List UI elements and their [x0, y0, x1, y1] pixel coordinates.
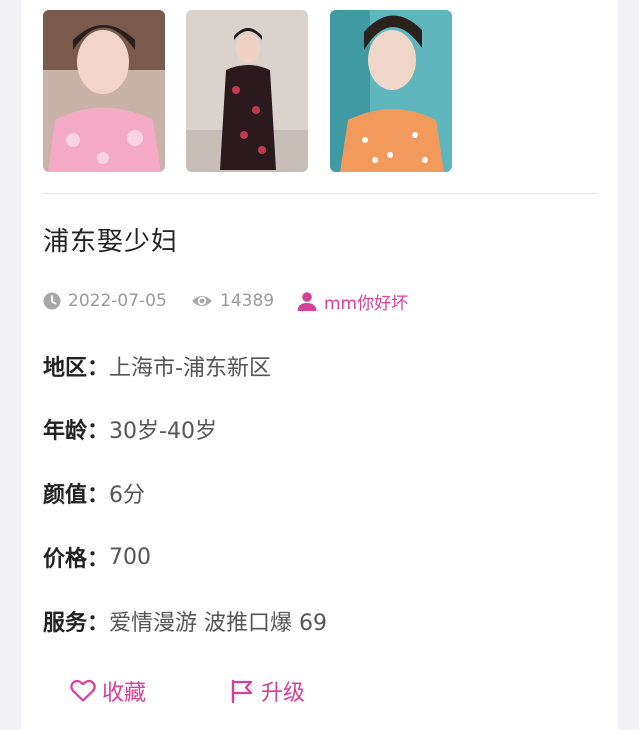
post-author[interactable]: mm你好坏 [297, 289, 408, 314]
eye-icon [192, 296, 212, 306]
detail-row-region: 地区： 上海市-浦东新区 [43, 351, 271, 381]
detail-label: 价格： [43, 547, 110, 572]
author-name[interactable]: mm你好坏 [324, 289, 408, 314]
views-count: 14389 [220, 291, 275, 311]
favorite-label[interactable]: 收藏 [102, 675, 146, 707]
gallery-photo-1[interactable] [43, 10, 165, 172]
user-icon [297, 291, 317, 311]
detail-value: 700 [109, 544, 152, 570]
gallery-photo-2[interactable] [186, 10, 308, 172]
detail-value: 上海市-浦东新区 [109, 356, 271, 381]
post-views: 14389 [191, 290, 274, 312]
favorite-button[interactable]: 收藏 [70, 676, 146, 706]
photo-image [330, 10, 452, 172]
detail-label: 颜值： [43, 483, 110, 508]
clock-icon [43, 292, 61, 310]
detail-value: 30岁-40岁 [109, 419, 217, 444]
flag-icon [231, 679, 253, 704]
detail-row-age: 年龄： 30岁-40岁 [43, 414, 217, 444]
post-title: 浦东娶少妇 [43, 227, 179, 257]
post-card: 浦东娶少妇 2022-07-05 14389 mm你好坏 地区： 上海市-浦东新… [21, 0, 618, 730]
detail-value: 6分 [109, 483, 146, 508]
photo-image [186, 10, 308, 172]
detail-row-service: 服务： 爱情漫游 波推口爆 69 [43, 606, 327, 636]
detail-label: 地区： [43, 356, 110, 381]
heart-icon [70, 679, 96, 702]
date-text: 2022-07-05 [68, 291, 167, 311]
divider [43, 193, 597, 194]
post-date: 2022-07-05 [43, 290, 167, 312]
detail-label: 服务： [43, 611, 110, 636]
detail-row-price: 价格： 700 [43, 542, 152, 573]
gallery-photo-3[interactable] [330, 10, 452, 172]
upgrade-label[interactable]: 升级 [261, 675, 305, 707]
detail-label: 年龄： [43, 419, 110, 444]
upgrade-button[interactable]: 升级 [229, 676, 305, 706]
detail-row-looks: 颜值： 6分 [43, 478, 145, 508]
photo-image [43, 10, 165, 172]
detail-value: 爱情漫游 波推口爆 69 [109, 611, 327, 636]
